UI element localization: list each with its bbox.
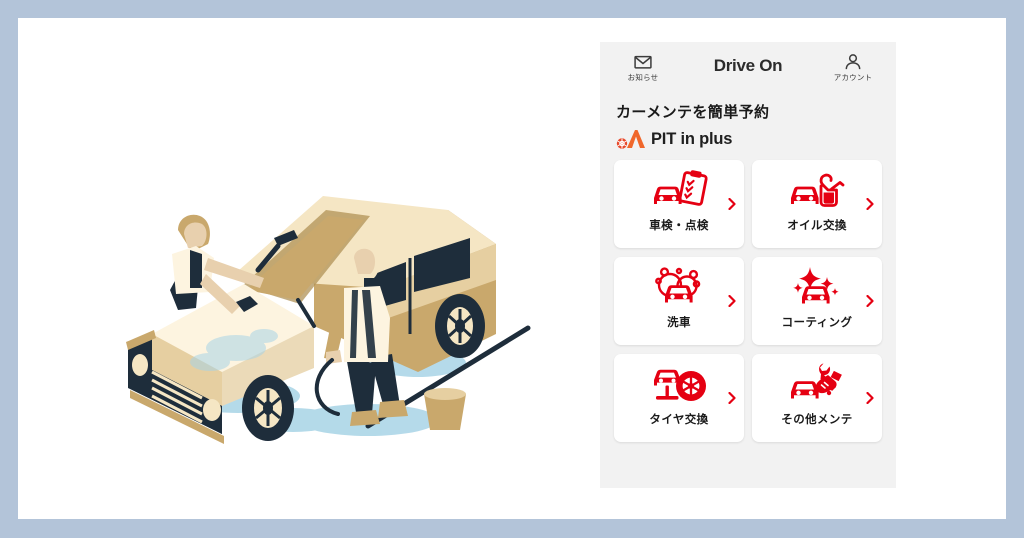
service-card-coating[interactable]: コーティング — [752, 257, 882, 345]
account-button[interactable]: アカウント — [824, 52, 882, 82]
service-label: 洗車 — [667, 317, 691, 329]
front-wheel — [242, 375, 294, 441]
service-card-other-maintenance[interactable]: その他メンテ — [752, 354, 882, 442]
service-label: タイヤ交換 — [649, 414, 709, 426]
chevron-right-icon — [728, 198, 736, 210]
car-sparkle-coating-icon — [793, 267, 839, 304]
page-canvas: .lt{fill:#f5e6c4}.md{fill:#e6cfa1}.dk{fi… — [18, 18, 1006, 519]
headline-text: カーメンテを簡単予約 — [616, 104, 770, 121]
service-label: 車検・点検 — [649, 220, 709, 232]
chevron-right-icon — [866, 198, 874, 210]
chevron-right-icon — [728, 392, 736, 404]
car-clipboard-inspection-icon — [654, 170, 708, 206]
chevron-right-icon — [866, 295, 874, 307]
service-card-car-wash[interactable]: 洗車 — [614, 257, 744, 345]
car-bubbles-wash-icon — [655, 267, 701, 303]
brand-row: PIT in plus — [616, 129, 880, 149]
outer-frame: .lt{fill:#f5e6c4}.md{fill:#e6cfa1}.dk{fi… — [0, 0, 1024, 538]
service-card-tire-change[interactable]: タイヤ交換 — [614, 354, 744, 442]
pit-in-plus-logo-icon — [616, 130, 645, 149]
car-oil-can-icon — [791, 173, 845, 207]
service-label: コーティング — [781, 317, 853, 329]
service-card-shaken-tenken[interactable]: 車検・点検 — [614, 160, 744, 248]
car-wrench-handshake-icon — [791, 363, 842, 399]
account-label: アカウント — [833, 73, 873, 82]
headline-block: カーメンテを簡単予約 PIT in plus — [600, 100, 896, 149]
account-person-icon — [845, 54, 861, 70]
chevron-right-icon — [866, 392, 874, 404]
service-card-oil-change[interactable]: オイル交換 — [752, 160, 882, 248]
app-header: お知らせ Drive On アカウント — [600, 42, 896, 100]
service-label: オイル交換 — [787, 220, 847, 232]
service-card-grid: 車検・点検 オイル交換 洗車 コーティング タイヤ交換 その他メンテ — [600, 160, 896, 442]
rear-wheel — [435, 294, 485, 358]
app-panel: お知らせ Drive On アカウント カーメンテを簡単予約 PIT in pl… — [600, 42, 896, 488]
car-lift-tire-icon — [654, 369, 706, 401]
brand-name: PIT in plus — [651, 129, 733, 148]
bucket — [424, 388, 466, 430]
car-wash-illustration: .lt{fill:#f5e6c4}.md{fill:#e6cfa1}.dk{fi… — [118, 158, 538, 458]
service-label: その他メンテ — [781, 414, 853, 426]
chevron-right-icon — [728, 295, 736, 307]
